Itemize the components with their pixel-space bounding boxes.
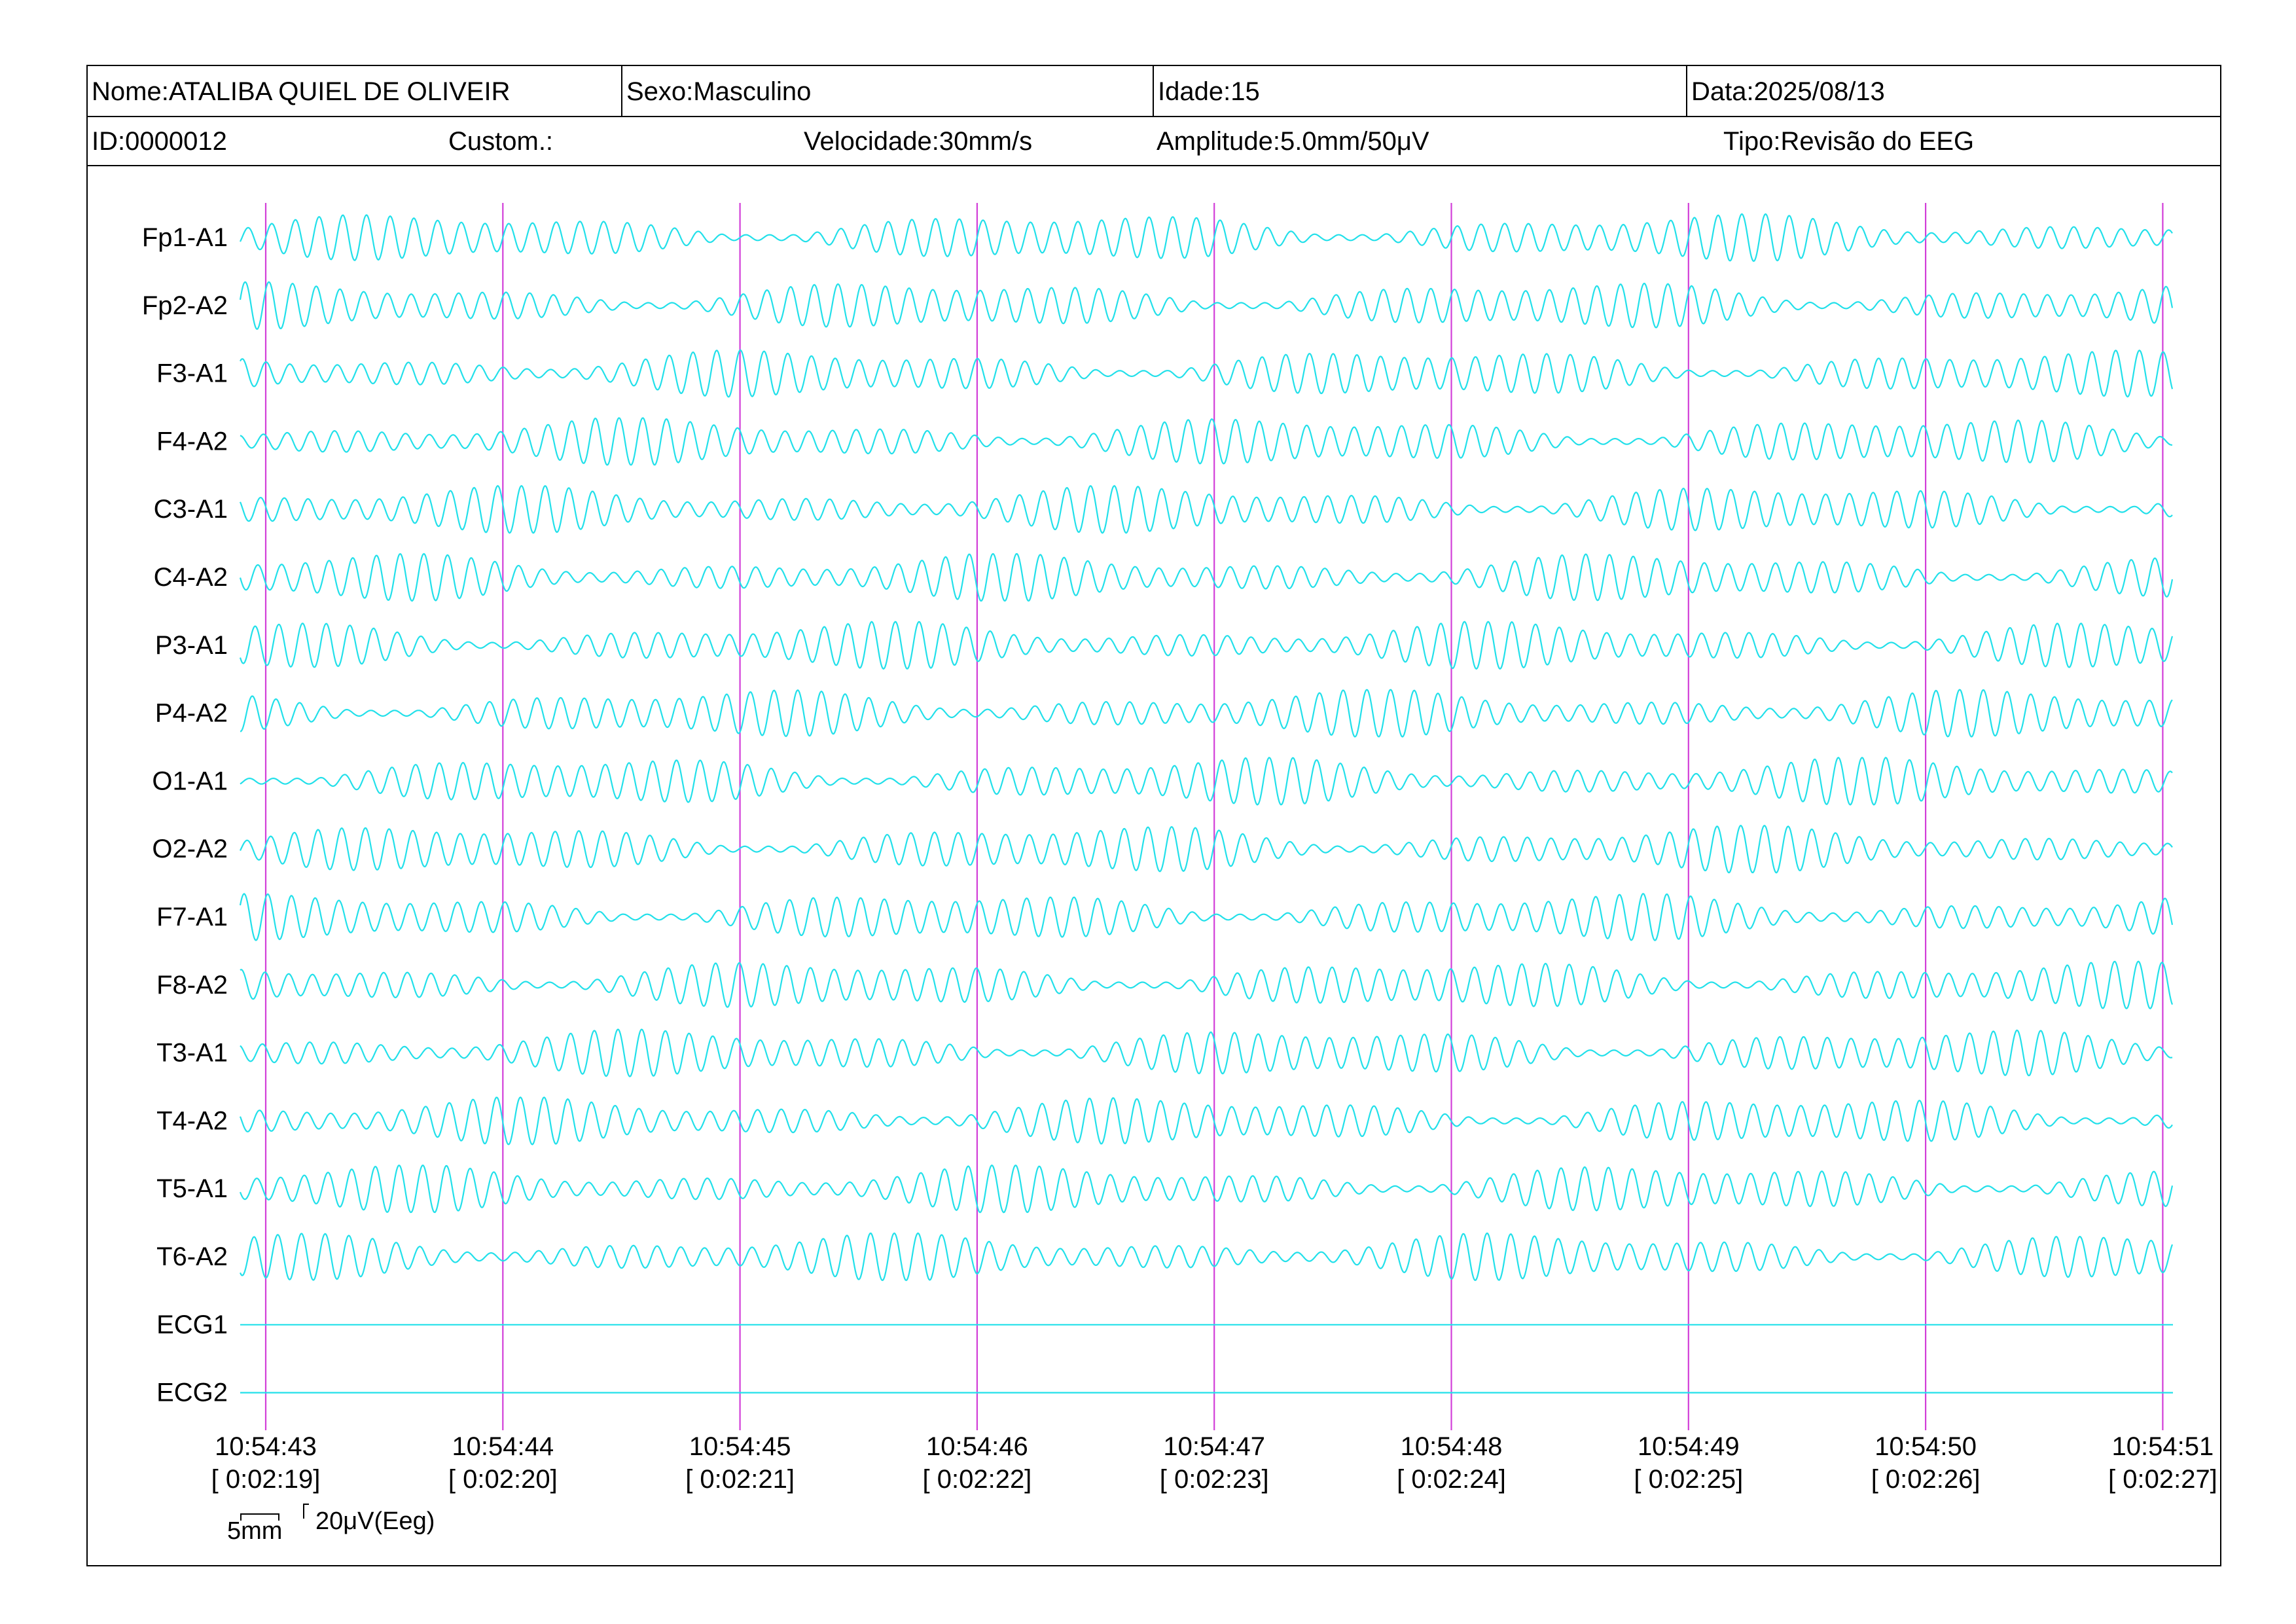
amp-scale-label: 20μV(Eeg) (315, 1507, 435, 1535)
channel-label: T4-A2 (156, 1106, 228, 1135)
time-axis: 10:54:43 [ 0:02:19] 10:54:44 [ 0:02:20] 10:5… (211, 1432, 2217, 1494)
time-tick-clock: 10:54:43 (215, 1432, 317, 1461)
time-tick-elapsed: [ 0:02:23] (1160, 1465, 1269, 1494)
time-scale-label: 5mm (227, 1517, 282, 1545)
eeg-trace (240, 1028, 2173, 1077)
eeg-trace (240, 213, 2173, 262)
time-tick-elapsed: [ 0:02:19] (211, 1465, 321, 1494)
eeg-trace (239, 552, 2174, 602)
eeg-trace (240, 349, 2174, 398)
eeg-trace (240, 825, 2173, 874)
channel-label: F4-A2 (156, 427, 228, 456)
channel-label: T6-A2 (156, 1242, 228, 1271)
channel-label: Fp2-A2 (142, 291, 228, 320)
channel-label: F7-A1 (156, 903, 228, 931)
time-tick-clock: 10:54:50 (1874, 1432, 1977, 1461)
time-tick-clock: 10:54:44 (452, 1432, 554, 1461)
time-tick-clock: 10:54:45 (689, 1432, 791, 1461)
channel-label: ECG2 (156, 1379, 228, 1407)
time-tick-clock: 10:54:46 (926, 1432, 1028, 1461)
eeg-trace (239, 281, 2174, 330)
scale-bar: 5mm 20μV(Eeg) (227, 1504, 435, 1545)
time-tick-elapsed: [ 0:02:20] (448, 1465, 558, 1494)
channel-labels: Fp1-A1 Fp2-A2 F3-A1 F4-A2 C3-A1 C4-A2 P3-A1 P4-… (142, 223, 228, 1407)
time-tick-elapsed: [ 0:02:24] (1397, 1465, 1506, 1494)
time-tick-clock: 10:54:48 (1401, 1432, 1503, 1461)
time-tick-clock: 10:54:51 (2112, 1432, 2214, 1461)
eeg-trace (239, 893, 2174, 941)
eeg-trace (240, 757, 2173, 806)
time-tick-elapsed: [ 0:02:27] (2108, 1465, 2217, 1494)
channel-label: T5-A1 (156, 1174, 228, 1203)
eeg-trace (240, 417, 2172, 466)
channel-label: C4-A2 (154, 563, 228, 592)
channel-label: P3-A1 (155, 631, 228, 660)
channel-label: P4-A2 (155, 699, 228, 728)
eeg-trace (239, 1096, 2173, 1146)
eeg-trace (240, 1232, 2174, 1282)
eeg-trace (239, 621, 2174, 670)
eeg-trace (239, 1164, 2174, 1214)
channel-label: F3-A1 (156, 359, 228, 388)
eeg-traces (239, 213, 2174, 1394)
time-tick-elapsed: [ 0:02:21] (685, 1465, 795, 1494)
channel-label: O2-A2 (152, 835, 228, 863)
time-tick-elapsed: [ 0:02:25] (1634, 1465, 1743, 1494)
amp-scale-bracket (303, 1504, 309, 1519)
eeg-chart: Fp1-A1 Fp2-A2 F3-A1 F4-A2 C3-A1 C4-A2 P3-A1 P4-… (142, 203, 2217, 1545)
channel-label: C3-A1 (154, 495, 228, 524)
eeg-trace (240, 689, 2173, 738)
eeg-trace (239, 484, 2173, 534)
eeg-trace (240, 960, 2174, 1009)
time-tick-elapsed: [ 0:02:22] (923, 1465, 1032, 1494)
channel-label: ECG1 (156, 1310, 228, 1339)
time-tick-clock: 10:54:49 (1638, 1432, 1740, 1461)
channel-label: Fp1-A1 (142, 223, 228, 252)
time-tick-elapsed: [ 0:02:26] (1871, 1465, 1981, 1494)
second-markers (264, 203, 2164, 1430)
channel-label: F8-A2 (156, 971, 228, 1000)
channel-label: T3-A1 (156, 1039, 228, 1068)
channel-label: O1-A1 (152, 767, 228, 795)
time-tick-clock: 10:54:47 (1163, 1432, 1265, 1461)
